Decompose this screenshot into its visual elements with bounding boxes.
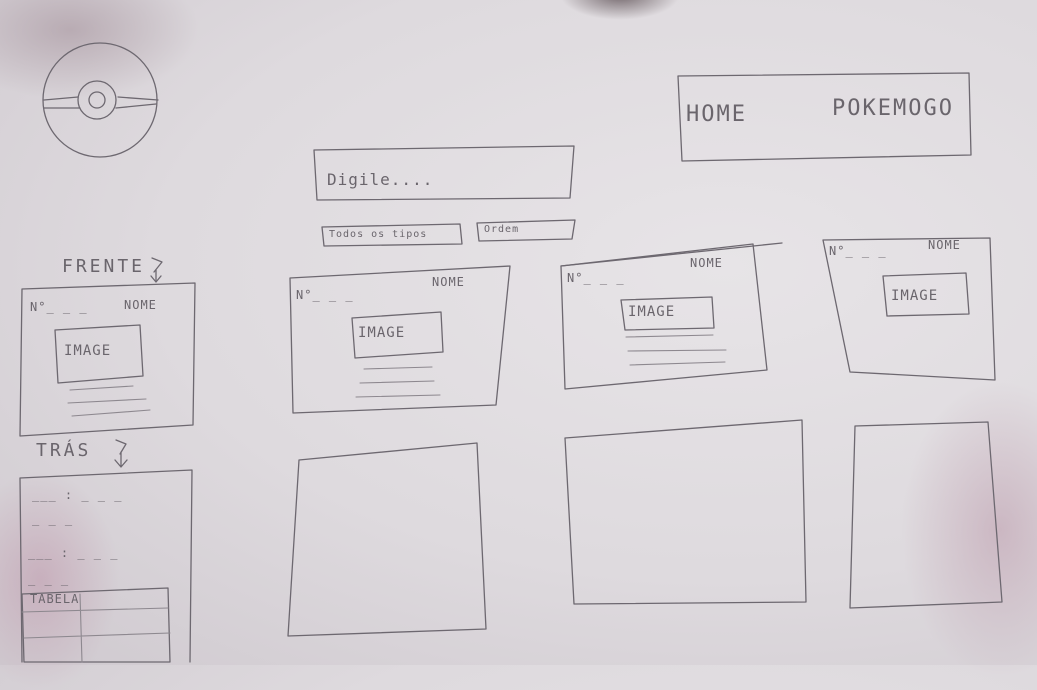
front-label: FRENTE xyxy=(62,256,146,277)
card-number: N°_ _ _ xyxy=(30,300,88,314)
back-field-row: ___ : _ _ _ xyxy=(28,546,119,560)
card-image-placeholder: IMAGE xyxy=(628,304,676,320)
pokeball-icon[interactable] xyxy=(42,42,159,158)
card-name: NOME xyxy=(124,298,157,312)
card-image-placeholder: IMAGE xyxy=(64,343,112,359)
card-number: N°_ _ _ xyxy=(567,271,625,285)
back-field-row: ___ : _ _ _ xyxy=(32,488,123,502)
back-field-row: _ _ _ xyxy=(32,512,74,526)
arrow-down-icon xyxy=(114,439,128,468)
back-card-4-box[interactable] xyxy=(849,421,1003,609)
table-label: TABELA xyxy=(30,592,80,606)
card-image-placeholder: IMAGE xyxy=(358,325,406,341)
nav-home-link[interactable]: HOME xyxy=(686,102,747,127)
back-field-row: _ _ _ xyxy=(28,572,70,586)
back-label: TRÁS xyxy=(36,440,92,461)
arrow-down-icon xyxy=(150,257,163,283)
card-number: N°_ _ _ xyxy=(829,244,887,258)
back-card-3-box[interactable] xyxy=(564,419,807,605)
card-number: N°_ _ _ xyxy=(296,288,354,302)
card-name: NOME xyxy=(432,275,465,289)
card-name: NOME xyxy=(928,238,961,252)
back-card-2-box[interactable] xyxy=(287,442,487,637)
card-name: NOME xyxy=(690,256,723,270)
search-input[interactable]: Digile.... xyxy=(327,170,433,189)
order-button[interactable]: Ordem xyxy=(484,224,519,235)
types-filter-button[interactable]: Todos os tipos xyxy=(329,229,427,240)
card-image-placeholder: IMAGE xyxy=(891,288,939,304)
nav-pokemon-link[interactable]: POKEMOGO xyxy=(832,96,954,121)
